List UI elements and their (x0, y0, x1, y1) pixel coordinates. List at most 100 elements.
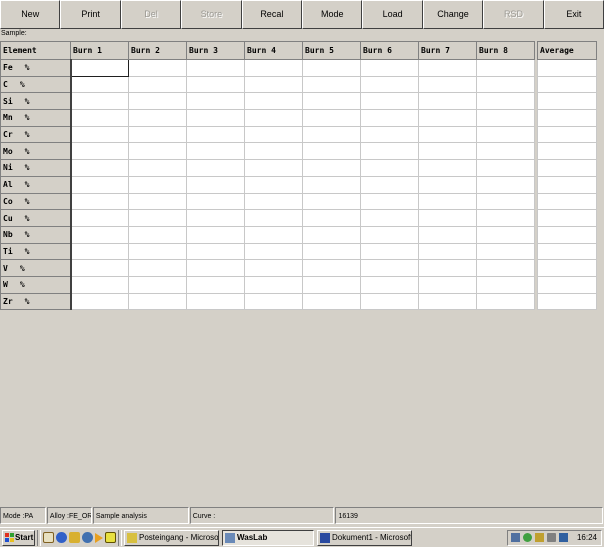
burn-cell[interactable] (244, 159, 303, 177)
burn-cell[interactable] (360, 192, 419, 211)
burn-cell[interactable] (476, 109, 535, 127)
burn-cell[interactable] (186, 259, 245, 277)
burn-cell[interactable] (186, 159, 245, 177)
burn-cell[interactable] (186, 59, 245, 77)
burn-cell[interactable] (128, 59, 187, 77)
burn-cell[interactable] (302, 242, 361, 261)
burn-cell[interactable] (244, 242, 303, 261)
average-cell[interactable] (537, 242, 597, 261)
burn-cell[interactable] (302, 125, 361, 144)
average-cell[interactable] (537, 259, 597, 277)
average-cell[interactable] (537, 175, 597, 194)
average-cell[interactable] (537, 125, 597, 144)
burn-cell[interactable] (70, 175, 129, 194)
average-cell[interactable] (537, 92, 597, 111)
burn-cell[interactable] (302, 59, 361, 77)
burn-cell[interactable] (244, 59, 303, 77)
burn-cell[interactable] (302, 259, 361, 277)
burn-cell[interactable] (128, 75, 187, 94)
burn-cell[interactable] (244, 275, 303, 294)
burn-cell[interactable] (302, 292, 361, 311)
taskbar-task[interactable]: WasLab (222, 529, 314, 546)
burn-cell[interactable] (418, 259, 477, 277)
burn-cell[interactable] (244, 92, 303, 111)
burn-cell[interactable] (128, 209, 187, 227)
store-button[interactable]: Store (181, 0, 242, 29)
average-cell[interactable] (537, 142, 597, 161)
print-button[interactable]: Print (60, 0, 121, 29)
mode-button[interactable]: Mode (302, 0, 363, 29)
burn-cell[interactable] (360, 92, 419, 111)
start-button[interactable]: Start (2, 529, 35, 546)
burn-cell[interactable] (70, 192, 129, 211)
network-icon[interactable] (510, 533, 520, 542)
burn-cell[interactable] (244, 259, 303, 277)
burn-cell[interactable] (418, 92, 477, 111)
burn-cell[interactable] (302, 225, 361, 244)
average-cell[interactable] (537, 275, 597, 294)
burn-cell[interactable] (186, 92, 245, 111)
burn-cell[interactable] (476, 92, 535, 111)
burn-cell[interactable] (476, 59, 535, 77)
average-cell[interactable] (537, 225, 597, 244)
burn-cell[interactable] (128, 159, 187, 177)
burn-cell[interactable] (418, 192, 477, 211)
burn-cell[interactable] (360, 209, 419, 227)
burn-cell[interactable] (244, 109, 303, 127)
outlook-icon[interactable] (69, 532, 80, 543)
burn-cell[interactable] (128, 259, 187, 277)
burn-cell[interactable] (360, 159, 419, 177)
burn-cell[interactable] (186, 192, 245, 211)
burn-cell[interactable] (186, 242, 245, 261)
burn-cell[interactable] (128, 142, 187, 161)
burn-cell[interactable] (128, 242, 187, 261)
rsd-button[interactable]: RSD (483, 0, 544, 29)
burn-cell[interactable] (302, 159, 361, 177)
burn-cell[interactable] (128, 225, 187, 244)
load-button[interactable]: Load (362, 0, 423, 29)
average-cell[interactable] (537, 192, 597, 211)
burn-cell[interactable] (418, 292, 477, 311)
burn-cell[interactable] (476, 225, 535, 244)
burn-cell[interactable] (302, 92, 361, 111)
burn-cell[interactable] (418, 75, 477, 94)
burn-cell[interactable] (186, 209, 245, 227)
antivirus-icon[interactable] (522, 533, 532, 542)
burn-cell[interactable] (360, 242, 419, 261)
burn-cell[interactable] (302, 75, 361, 94)
burn-cell[interactable] (302, 275, 361, 294)
burn-cell[interactable] (186, 125, 245, 144)
burn-cell[interactable] (70, 275, 129, 294)
burn-cell[interactable] (302, 209, 361, 227)
burn-cell[interactable] (244, 192, 303, 211)
burn-cell[interactable] (418, 59, 477, 77)
burn-cell[interactable] (244, 142, 303, 161)
burn-cell[interactable] (70, 75, 129, 94)
taskbar-task[interactable]: Dokument1 - Microsoft Word (317, 529, 412, 546)
burn-cell[interactable] (418, 275, 477, 294)
average-cell[interactable] (537, 292, 597, 311)
burn-cell[interactable] (70, 292, 129, 311)
burn-cell[interactable] (70, 225, 129, 244)
burn-cell[interactable] (128, 275, 187, 294)
burn-cell[interactable] (70, 209, 129, 227)
burn-cell[interactable] (186, 225, 245, 244)
burn-cell[interactable] (418, 209, 477, 227)
burn-cell[interactable] (70, 109, 129, 127)
burn-cell[interactable] (360, 75, 419, 94)
play-arrow-icon[interactable] (95, 532, 103, 543)
shortcut-icon[interactable] (105, 532, 116, 543)
burn-cell[interactable] (186, 292, 245, 311)
burn-cell[interactable] (360, 292, 419, 311)
burn-cell[interactable] (476, 242, 535, 261)
burn-cell[interactable] (418, 225, 477, 244)
burn-cell[interactable] (128, 92, 187, 111)
internet-explorer-icon[interactable] (56, 532, 67, 543)
display-icon[interactable] (558, 533, 568, 542)
average-cell[interactable] (537, 159, 597, 177)
new-button[interactable]: New (0, 0, 61, 29)
burn-cell[interactable] (360, 109, 419, 127)
burn-cell[interactable] (476, 259, 535, 277)
show-desktop-icon[interactable] (43, 532, 54, 543)
media-player-icon[interactable] (82, 532, 93, 543)
